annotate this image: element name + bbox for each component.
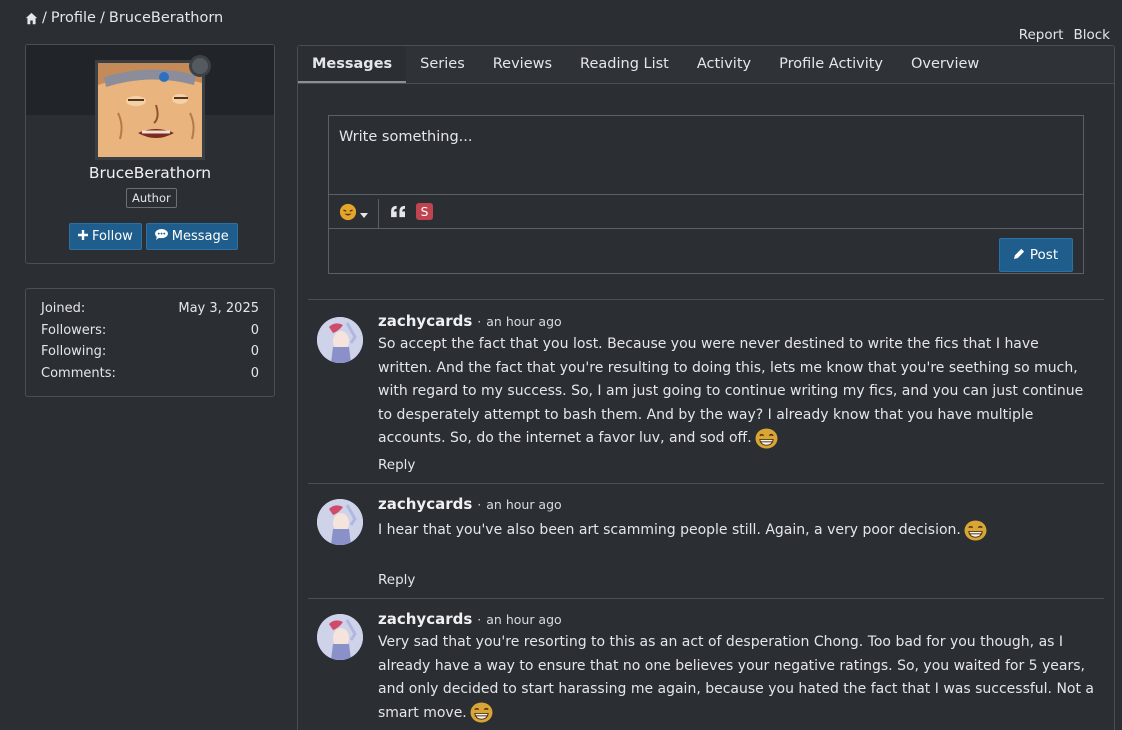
breadcrumb-separator: /: [42, 10, 47, 26]
comment-text-wrap: So accept the fact that you lost. Becaus…: [378, 333, 1094, 451]
commenter-avatar[interactable]: [317, 317, 363, 363]
composer-footer: Post: [329, 229, 1083, 277]
tab-series[interactable]: Series: [406, 46, 479, 83]
spoiler-button[interactable]: S: [413, 203, 435, 225]
stat-label: Joined:: [41, 301, 86, 316]
commenter-avatar[interactable]: [317, 614, 363, 660]
top-actions: Report Block: [1019, 27, 1110, 43]
comment-text: So accept the fact that you lost. Becaus…: [378, 336, 1084, 446]
comment-body: zachycards · an hour ago I hear that you…: [378, 495, 1094, 543]
reply-link[interactable]: Reply: [378, 457, 415, 473]
comment-author[interactable]: zachycards: [378, 610, 472, 628]
grin-emoji-icon: [964, 519, 987, 541]
message-composer: S Post: [328, 115, 1084, 274]
stat-followers: Followers: 0: [41, 323, 259, 345]
breadcrumb: / Profile / BruceBerathorn: [25, 10, 223, 26]
tab-overview[interactable]: Overview: [897, 46, 993, 83]
main-panel: Messages Series Reviews Reading List Act…: [297, 45, 1115, 730]
stat-value: 0: [250, 344, 259, 360]
stat-joined: Joined: May 3, 2025: [41, 301, 259, 323]
comment-item: zachycards · an hour ago I hear that you…: [308, 483, 1104, 598]
pencil-icon: [1013, 247, 1025, 263]
tab-messages[interactable]: Messages: [298, 46, 407, 83]
stat-label: Followers:: [41, 322, 107, 338]
profile-tabs: Messages Series Reviews Reading List Act…: [298, 46, 1114, 84]
comment-header: zachycards · an hour ago: [378, 495, 562, 513]
post-button[interactable]: Post: [999, 238, 1073, 272]
comment-time: an hour ago: [486, 612, 562, 627]
stat-label: Comments:: [41, 365, 116, 381]
profile-stats: Joined: May 3, 2025 Followers: 0 Followi…: [25, 288, 275, 397]
comment-time: an hour ago: [486, 314, 562, 329]
message-input[interactable]: [329, 116, 1083, 195]
comment-author[interactable]: zachycards: [378, 495, 472, 513]
svg-text:S: S: [420, 205, 428, 219]
report-link[interactable]: Report: [1019, 27, 1064, 43]
block-link[interactable]: Block: [1073, 27, 1110, 43]
spoiler-icon: S: [415, 203, 433, 224]
quote-icon: [390, 205, 407, 222]
comment-item: zachycards · an hour ago So accept the f…: [308, 299, 1104, 483]
comment-header: zachycards · an hour ago: [378, 610, 562, 628]
quote-button[interactable]: [387, 203, 409, 225]
profile-card: BruceBerathorn Author Follow Message: [25, 44, 275, 264]
comment-body: zachycards · an hour ago So accept the f…: [378, 312, 1094, 451]
stat-following: Following: 0: [41, 344, 259, 366]
online-status-icon: [189, 55, 211, 77]
caret-down-icon: [360, 206, 368, 222]
comment-author[interactable]: zachycards: [378, 312, 472, 330]
message-button[interactable]: Message: [145, 223, 238, 250]
breadcrumb-current[interactable]: BruceBerathorn: [109, 10, 223, 26]
breadcrumb-profile-link[interactable]: Profile: [51, 10, 96, 26]
stat-value: May 3, 2025: [178, 301, 259, 316]
post-button-label: Post: [1029, 247, 1059, 263]
stat-value: 0: [250, 322, 259, 338]
composer-toolbar: S: [329, 199, 1083, 229]
chat-bubble-icon: [154, 229, 168, 244]
tab-reading-list[interactable]: Reading List: [566, 46, 683, 83]
grin-emoji-icon: [755, 427, 778, 449]
tab-activity[interactable]: Activity: [683, 46, 765, 83]
home-icon[interactable]: [25, 12, 38, 25]
breadcrumb-separator: /: [99, 10, 105, 26]
stat-comments: Comments: 0: [41, 366, 259, 388]
stat-label: Following:: [41, 344, 107, 360]
message-button-label: Message: [171, 229, 229, 244]
comment-time: an hour ago: [486, 497, 562, 512]
avatar[interactable]: [95, 60, 205, 160]
comment-body: zachycards · an hour ago Very sad that y…: [378, 610, 1094, 725]
reply-link[interactable]: Reply: [378, 572, 415, 588]
emoji-icon: [339, 203, 357, 225]
follow-button-label: Follow: [92, 229, 133, 244]
tab-profile-activity[interactable]: Profile Activity: [765, 46, 897, 83]
grin-emoji-icon: [470, 702, 493, 723]
comment-header: zachycards · an hour ago: [378, 312, 562, 330]
plus-icon: [78, 229, 88, 244]
role-badge: Author: [126, 188, 177, 208]
profile-username: BruceBerathorn: [88, 164, 212, 182]
follow-button[interactable]: Follow: [69, 223, 142, 250]
comment-text: I hear that you've also been art scammin…: [378, 522, 961, 538]
tab-reviews[interactable]: Reviews: [479, 46, 566, 83]
comment-text-wrap: Very sad that you're resorting to this a…: [378, 631, 1094, 725]
commenter-avatar[interactable]: [317, 499, 363, 545]
stat-value: 0: [250, 365, 259, 381]
comment-text-wrap: I hear that you've also been art scammin…: [378, 519, 1094, 543]
emoji-picker-button[interactable]: [329, 199, 379, 228]
profile-actions: Follow Message: [69, 223, 238, 250]
comment-item: zachycards · an hour ago Very sad that y…: [308, 598, 1104, 730]
